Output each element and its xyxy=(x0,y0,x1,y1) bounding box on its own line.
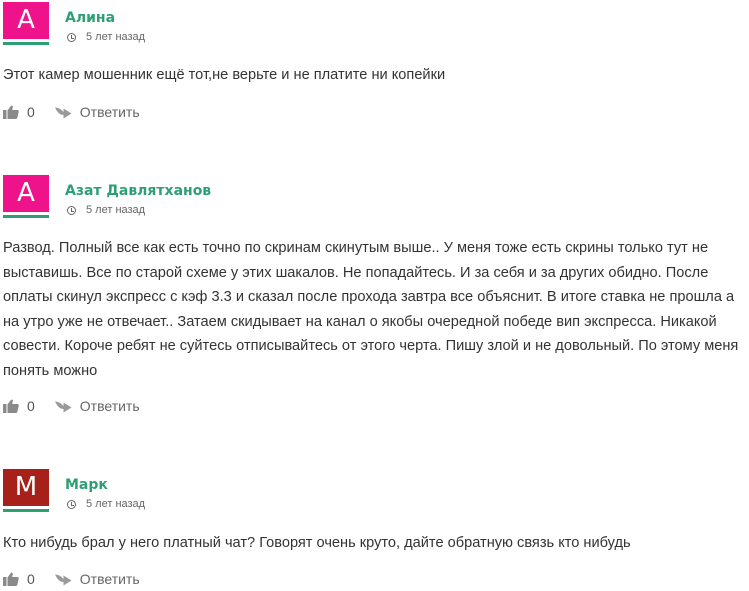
comment-time: 5 лет назад xyxy=(86,498,146,510)
avatar[interactable]: М xyxy=(3,469,49,506)
comment-meta: 5 лет назад xyxy=(67,204,145,216)
comment-text: Этот камер мошенник ещё тот,не верьте и … xyxy=(3,67,446,83)
clock-icon xyxy=(67,499,76,509)
avatar[interactable]: А xyxy=(3,175,49,212)
reply-button[interactable]: Ответить xyxy=(80,571,140,587)
comment-meta: 5 лет назад xyxy=(67,498,145,510)
like-count: 0 xyxy=(27,104,35,120)
reply-arrow-icon[interactable] xyxy=(54,105,72,119)
avatar-underline xyxy=(3,215,49,218)
like-count: 0 xyxy=(27,398,35,414)
comment-text: Кто нибудь брал у него платный чат? Гово… xyxy=(3,535,631,551)
reply-button[interactable]: Ответить xyxy=(80,104,140,120)
thumbs-up-icon[interactable] xyxy=(3,105,19,119)
avatar-underline xyxy=(3,42,49,45)
thumbs-up-icon[interactable] xyxy=(3,572,19,586)
reply-arrow-icon[interactable] xyxy=(54,399,72,413)
reply-arrow-icon[interactable] xyxy=(54,572,72,586)
avatar-underline xyxy=(3,509,49,512)
comment-meta: 5 лет назад xyxy=(67,31,145,43)
comment-actions: 0 Ответить xyxy=(3,570,140,588)
clock-icon xyxy=(67,32,76,42)
avatar[interactable]: А xyxy=(3,2,49,39)
comment-time: 5 лет назад xyxy=(86,31,146,43)
comment-author[interactable]: Алина xyxy=(65,10,115,26)
reply-button[interactable]: Ответить xyxy=(80,398,140,414)
comment-text: Развод. Полный все как есть точно по скр… xyxy=(3,240,739,379)
comment-time: 5 лет назад xyxy=(86,204,146,216)
clock-icon xyxy=(67,205,76,215)
thumbs-up-icon[interactable] xyxy=(3,399,19,413)
comment-actions: 0 Ответить xyxy=(3,397,140,415)
comment-author[interactable]: Марк xyxy=(65,477,108,493)
comment-actions: 0 Ответить xyxy=(3,103,140,121)
like-count: 0 xyxy=(27,571,35,587)
comment-author[interactable]: Азат Давлятханов xyxy=(65,183,211,199)
